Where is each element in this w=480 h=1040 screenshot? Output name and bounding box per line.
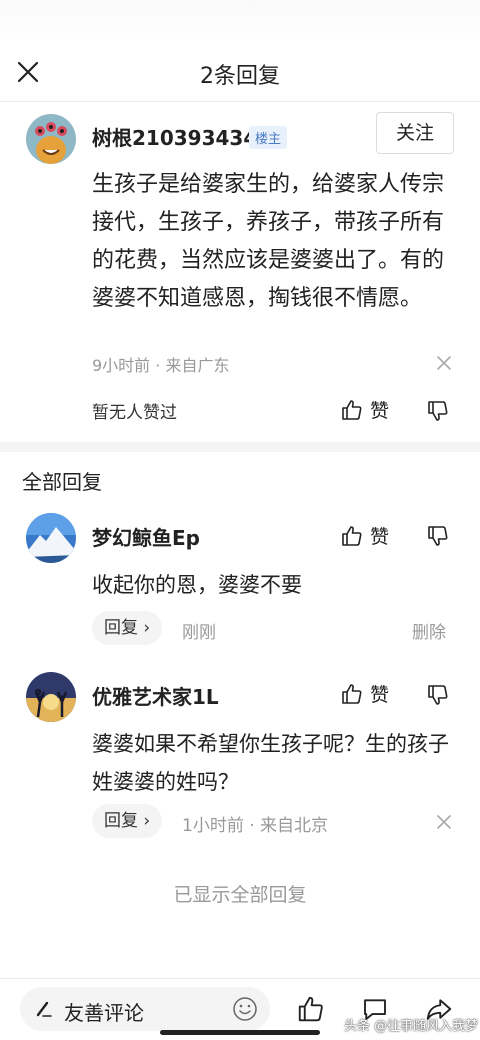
dismiss-x-icon[interactable] — [436, 355, 452, 371]
watermark: 头条 @往事随风入我梦 — [344, 1019, 479, 1034]
avatar-op[interactable] — [26, 114, 76, 164]
op-like-button[interactable]: 赞 — [340, 396, 389, 423]
thumb-up-icon — [342, 525, 362, 546]
op-post-text: 生孩子是给婆家生的，给婆家人传宗接代，生孩子，养孩子，带孩子所有的花费，当然应该… — [92, 172, 445, 311]
thumb-up-icon[interactable] — [296, 994, 326, 1024]
follow-button[interactable]: 关注 — [376, 112, 454, 154]
sunset-people-avatar-icon — [26, 672, 76, 722]
monster-avatar-icon — [26, 114, 76, 164]
header-title: 2条回复 — [200, 64, 280, 89]
home-indicator — [160, 1030, 320, 1035]
avatar-reply-1[interactable] — [26, 513, 76, 563]
thumb-down-icon[interactable] — [426, 399, 450, 423]
comment-input[interactable]: 友善评论 — [20, 987, 270, 1031]
header: 2条回复 — [0, 44, 480, 102]
reply-1-text: 收起你的恩，婆婆不要 — [92, 573, 302, 597]
reply-2-reply-button[interactable]: 回复 › — [92, 804, 163, 838]
dismiss-x-icon[interactable] — [436, 814, 452, 830]
reply-1-username[interactable]: 梦幻鲸鱼Ep — [92, 522, 200, 551]
reply-1-like-button[interactable]: 赞 — [340, 522, 389, 549]
mountain-avatar-icon — [26, 513, 76, 563]
reply-1-time: 刚刚 — [182, 623, 216, 643]
all-shown-text: 已显示全部回复 — [173, 884, 307, 906]
all-replies-title: 全部回复 — [22, 470, 102, 494]
reply-1-reply-button[interactable]: 回复 › — [92, 611, 163, 645]
status-bar-area — [0, 0, 480, 44]
pen-icon — [36, 1001, 52, 1017]
comment-placeholder: 友善评论 — [64, 1001, 144, 1025]
reply-2-like-button[interactable]: 赞 — [340, 680, 389, 707]
op-badge: 楼主 — [249, 126, 288, 149]
avatar-reply-2[interactable] — [26, 672, 76, 722]
no-likes-text: 暂无人赞过 — [92, 403, 177, 423]
op-meta: 9小时前 · 来自广东 — [92, 356, 230, 375]
smile-icon[interactable] — [232, 996, 258, 1022]
thumb-down-icon[interactable] — [426, 683, 450, 707]
section-divider — [0, 442, 480, 452]
like-label: 赞 — [370, 400, 390, 422]
thumb-down-icon[interactable] — [426, 524, 450, 548]
reply-2-time: 1小时前 · 来自北京 — [182, 816, 329, 836]
like-label: 赞 — [370, 684, 390, 706]
like-label: 赞 — [370, 526, 390, 548]
thumb-up-icon — [342, 399, 362, 420]
reply-2-text: 婆婆如果不希望你生孩子呢？生的孩子姓婆婆的姓吗？ — [92, 732, 449, 794]
reply-2-username[interactable]: 优雅艺术家1L — [92, 681, 219, 710]
reply-1-delete-button[interactable]: 删除 — [412, 618, 446, 643]
thumb-up-icon — [342, 683, 362, 704]
op-username[interactable]: 树根210393434 — [92, 122, 257, 151]
